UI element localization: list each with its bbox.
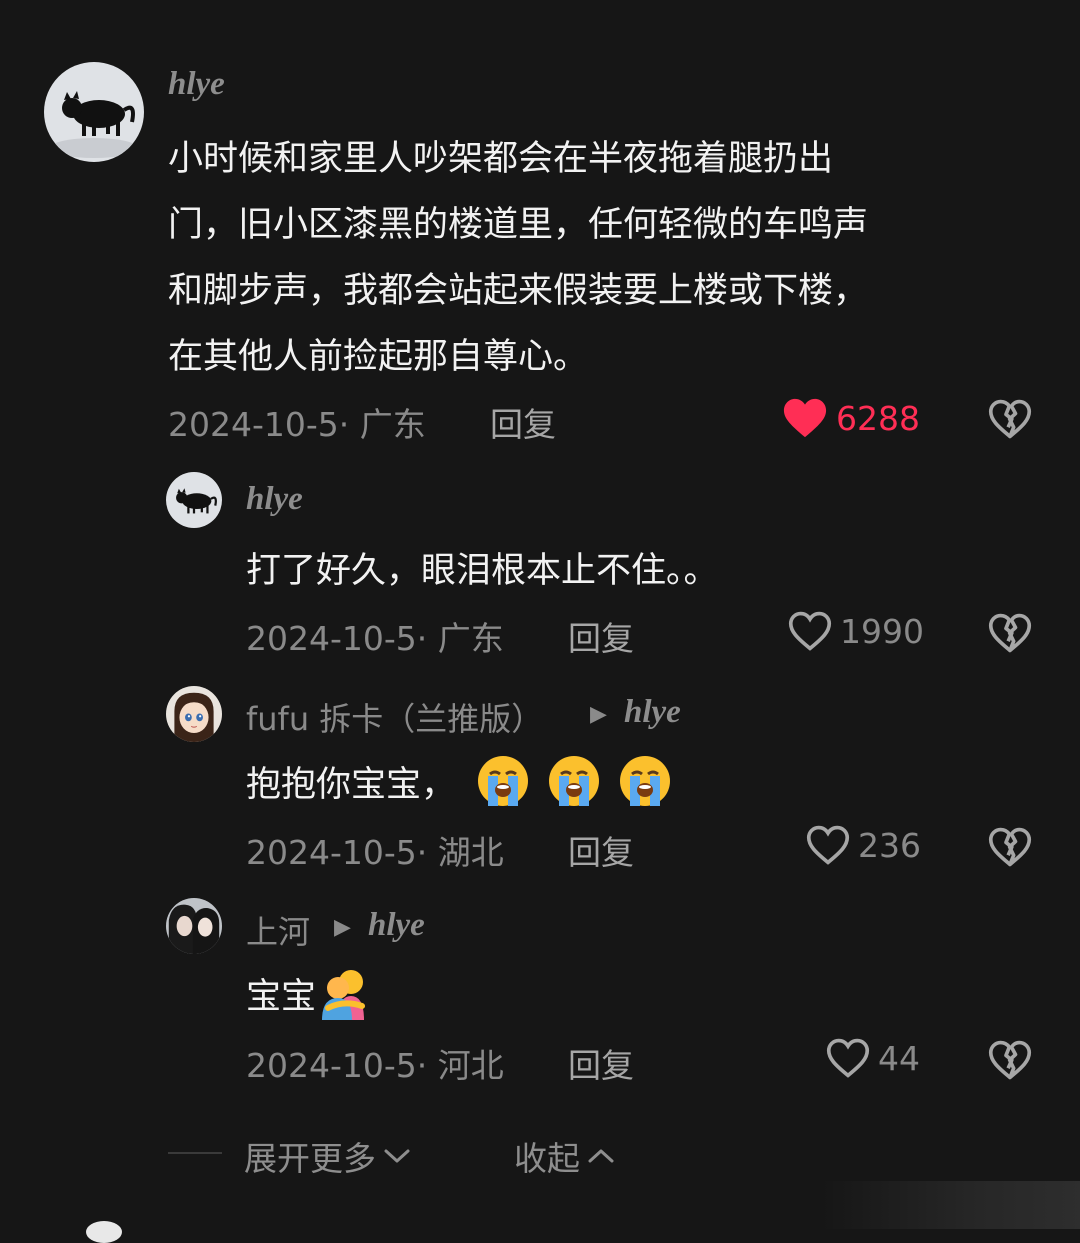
comment-text: 打了好久，眼泪根本止不住。。 (246, 551, 719, 591)
dislike-button[interactable] (988, 398, 1032, 444)
like-button[interactable]: 236 (806, 824, 921, 866)
comment-text: 抱抱你宝宝， (246, 754, 672, 808)
comment-text-line: 和脚步声，我都会站起来假装要上楼或下楼， (168, 271, 869, 311)
comment-text-body: 宝宝 (246, 976, 317, 1017)
comment-text: 宝宝 (246, 966, 372, 1020)
username[interactable]: 上河 (246, 907, 310, 953)
comment-meta: 2024-10-5· 河北 (246, 1046, 504, 1085)
emoji-group (476, 754, 672, 808)
reply-to-username[interactable]: hlye (624, 694, 681, 731)
like-count: 44 (878, 1038, 920, 1078)
comment-text-line: 小时候和家里人吵架都会在半夜拖着腿扔出 (168, 139, 834, 179)
reply-arrow-icon: ▶ (334, 915, 351, 940)
like-button[interactable]: 1990 (788, 610, 924, 652)
reply-button[interactable]: 回复 (568, 612, 634, 660)
loudly-crying-face-icon (478, 756, 529, 806)
divider (168, 1152, 222, 1154)
like-button[interactable]: 6288 (782, 396, 920, 440)
heart-outline-icon (806, 825, 850, 865)
heart-outline-icon (826, 1038, 870, 1078)
avatar[interactable] (166, 898, 222, 954)
loudly-crying-face-icon (549, 756, 600, 806)
collapse-label: 收起 (514, 1139, 580, 1178)
next-avatar-edge (86, 1221, 122, 1243)
like-count: 236 (858, 825, 921, 865)
reply-to-username[interactable]: hlye (368, 907, 425, 944)
dislike-button[interactable] (988, 826, 1032, 872)
heart-outline-icon (788, 611, 832, 651)
username[interactable]: hlye (246, 481, 303, 518)
black-cat-avatar-icon (44, 62, 144, 162)
comment-text-line: 门，旧小区漆黑的楼道里，任何轻微的车鸣声 (168, 205, 869, 245)
black-cat-avatar-icon (166, 472, 222, 528)
like-count: 1990 (840, 611, 924, 651)
reply-button[interactable]: 回复 (568, 1039, 634, 1087)
comment-meta: 2024-10-5· 广东 (246, 619, 504, 658)
collapse-button[interactable]: 收起 (514, 1132, 616, 1180)
username[interactable]: fufu 拆卡（兰推版） (246, 694, 543, 740)
broken-heart-icon (988, 1040, 1032, 1080)
comment-meta: 2024-10-5· 广东 (168, 405, 426, 444)
watermark (820, 1181, 1080, 1229)
heart-filled-icon (783, 398, 827, 438)
like-button[interactable]: 44 (826, 1037, 920, 1079)
chevron-up-icon (588, 1149, 614, 1163)
reply-button[interactable]: 回复 (568, 826, 634, 874)
broken-heart-icon (988, 827, 1032, 867)
expand-more-button[interactable]: 展开更多 (244, 1132, 412, 1180)
chevron-down-icon (384, 1149, 410, 1163)
reply-button[interactable]: 回复 (490, 398, 556, 446)
comment-meta: 2024-10-5· 湖北 (246, 833, 504, 872)
avatar[interactable] (166, 472, 222, 528)
dislike-button[interactable] (988, 1039, 1032, 1085)
people-hugging-icon (322, 970, 366, 1020)
comment-text-line: 在其他人前捡起那自尊心。 (168, 337, 589, 377)
couple-photo-avatar-icon (166, 898, 222, 954)
expand-more-label: 展开更多 (244, 1139, 376, 1178)
avatar[interactable] (44, 62, 144, 162)
avatar[interactable] (166, 686, 222, 742)
dislike-button[interactable] (988, 612, 1032, 658)
broken-heart-icon (988, 613, 1032, 653)
loudly-crying-face-icon (620, 756, 671, 806)
broken-heart-icon (988, 399, 1032, 439)
comment-text: 小时候和家里人吵架都会在半夜拖着腿扔出 门，旧小区漆黑的楼道里，任何轻微的车鸣声… (168, 126, 1048, 390)
like-count: 6288 (836, 398, 920, 438)
anime-girl-avatar-icon (166, 686, 222, 742)
comment-text-body: 抱抱你宝宝， (246, 764, 457, 805)
reply-arrow-icon: ▶ (590, 702, 607, 727)
username[interactable]: hlye (168, 66, 225, 103)
